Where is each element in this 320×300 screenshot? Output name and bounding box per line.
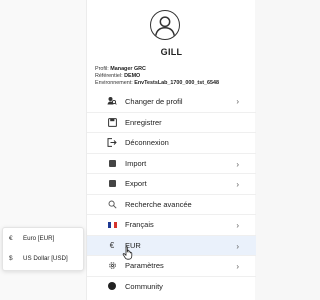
chevron-right-icon: ›: [236, 241, 239, 251]
menu-item-label: Enregistrer: [125, 117, 162, 127]
repository-info: Référentiel: DEMO: [95, 73, 140, 80]
french-flag-icon: [106, 220, 118, 230]
menu-item-label: Paramètres: [125, 261, 164, 271]
menu-item-community[interactable]: Community: [87, 275, 256, 297]
logout-icon: [106, 138, 118, 148]
dollar-icon: $: [9, 254, 13, 262]
chevron-right-icon: ›: [236, 180, 239, 189]
chevron-right-icon: ›: [236, 262, 239, 271]
profile-label: Profil:: [95, 66, 109, 72]
search-icon: [106, 199, 118, 209]
menu-item-advanced-search[interactable]: Recherche avancée: [87, 193, 256, 215]
menu-item-label: Recherche avancée: [125, 199, 192, 209]
menu-item-logout[interactable]: Déconnexion: [87, 132, 256, 153]
gear-icon: [106, 261, 118, 271]
export-icon: [106, 179, 118, 189]
hand-cursor-icon: [122, 246, 134, 260]
currency-option-usd[interactable]: $ US Dollar [USD]: [3, 248, 83, 268]
currency-submenu: € Euro [EUR] $ US Dollar [USD]: [2, 227, 84, 271]
environment-info: Environnement: EnvTestsLab_1700_000_tst_…: [95, 80, 219, 87]
menu-item-label: Français: [125, 220, 154, 230]
user-menu-panel: GILL Profil: Manager GRC Référentiel: DE…: [86, 0, 256, 300]
currency-option-label: Euro [EUR]: [23, 234, 55, 242]
menu-item-label: Export: [125, 179, 147, 189]
environment-value: EnvTestsLab_1700_000_tst_6548: [134, 80, 219, 86]
profile-value: Manager GRC: [110, 66, 146, 72]
repository-label: Référentiel:: [95, 73, 123, 79]
user-name: GILL: [160, 47, 183, 57]
repository-value: DEMO: [124, 73, 141, 79]
menu-item-language[interactable]: Français ›: [87, 214, 256, 235]
euro-icon: €: [9, 234, 13, 242]
menu-item-label: Déconnexion: [125, 138, 169, 148]
environment-label: Environnement:: [95, 80, 133, 86]
currency-option-label: US Dollar [USD]: [23, 254, 68, 262]
chevron-right-icon: ›: [236, 97, 239, 106]
user-avatar-icon: [150, 10, 180, 40]
menu-item-label: Community: [125, 281, 163, 291]
menu-item-change-profile[interactable]: Changer de profil ›: [87, 91, 256, 112]
menu-item-label: Changer de profil: [125, 96, 183, 106]
euro-icon: €: [109, 240, 115, 250]
community-icon: [106, 281, 118, 291]
import-icon: [106, 158, 118, 168]
chevron-right-icon: ›: [236, 159, 239, 169]
menu-item-settings[interactable]: Paramètres ›: [87, 255, 256, 276]
profile-info: Profil: Manager GRC: [95, 66, 146, 73]
user-search-icon: [106, 96, 118, 106]
menu-item-currency[interactable]: € EUR ›: [87, 234, 256, 255]
currency-option-eur[interactable]: € Euro [EUR]: [3, 228, 83, 248]
menu-item-import[interactable]: Import ›: [87, 152, 256, 174]
menu-item-save[interactable]: Enregistrer: [87, 111, 256, 133]
chevron-right-icon: ›: [236, 221, 239, 230]
menu-item-label: Import: [125, 158, 147, 168]
menu-item-export[interactable]: Export ›: [87, 173, 256, 194]
user-menu: Changer de profil › Enregistrer Déconnex…: [87, 91, 256, 296]
save-icon: [106, 117, 118, 127]
